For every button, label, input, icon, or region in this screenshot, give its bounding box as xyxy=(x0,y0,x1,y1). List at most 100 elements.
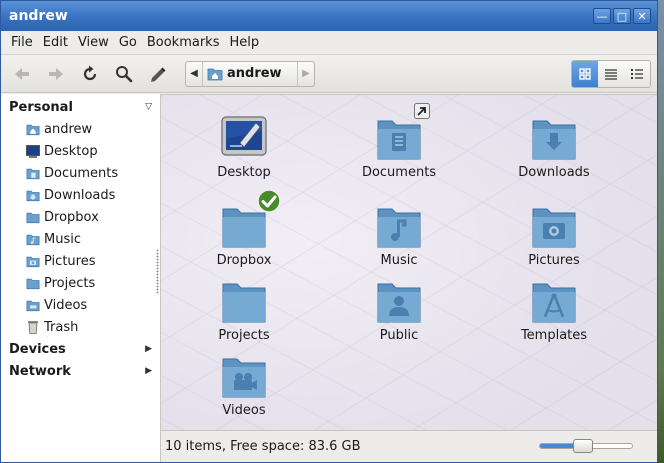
file-label: Music xyxy=(380,253,418,268)
file-label: Downloads xyxy=(518,165,590,180)
file-item-music[interactable]: Music xyxy=(344,203,454,268)
file-item-downloads[interactable]: Downloads xyxy=(499,115,609,180)
back-button[interactable] xyxy=(7,60,37,88)
file-item-pictures[interactable]: Pictures xyxy=(499,203,609,268)
pictures-folder-icon xyxy=(26,256,39,267)
sidebar-resize-handle[interactable] xyxy=(156,249,159,294)
file-item-projects[interactable]: Projects xyxy=(189,278,299,343)
edit-location-icon xyxy=(151,67,166,82)
sidebar-item-downloads[interactable]: Downloads xyxy=(1,184,160,206)
sidebar-item-andrew[interactable]: andrew xyxy=(1,118,160,140)
zoom-slider[interactable] xyxy=(539,439,633,453)
public-folder-icon xyxy=(377,283,421,323)
file-view[interactable]: Desktop Documents Downloads Dropbox Musi… xyxy=(161,94,657,462)
folder-icon xyxy=(26,278,39,289)
documents-folder-icon xyxy=(377,120,421,160)
minimize-button[interactable]: — xyxy=(593,8,611,24)
reload-button[interactable] xyxy=(75,60,105,88)
file-label: Documents xyxy=(361,165,437,180)
icon-view-button[interactable] xyxy=(572,60,598,87)
file-label: Desktop xyxy=(217,165,271,180)
sidebar-section-network[interactable]: Network ▶ xyxy=(1,360,160,382)
downloads-folder-icon xyxy=(26,190,39,201)
file-label: Public xyxy=(379,328,419,343)
file-item-dropbox[interactable]: Dropbox xyxy=(189,189,299,268)
file-item-public[interactable]: Public xyxy=(344,278,454,343)
sync-check-emblem-icon xyxy=(257,189,281,213)
music-folder-icon xyxy=(26,234,39,245)
search-icon xyxy=(116,65,133,82)
sidebar-item-dropbox[interactable]: Dropbox xyxy=(1,206,160,228)
documents-folder-icon xyxy=(26,168,39,179)
path-scroll-left-button[interactable]: ◀ xyxy=(186,62,202,86)
forward-icon xyxy=(49,67,63,80)
expand-arrow-icon: ▶ xyxy=(145,366,152,376)
sidebar-section-devices[interactable]: Devices ▶ xyxy=(1,338,160,360)
path-scroll-right-button[interactable]: ▶ xyxy=(298,62,314,86)
expand-arrow-icon: ▶ xyxy=(145,344,152,354)
file-item-desktop[interactable]: Desktop xyxy=(189,115,299,180)
menu-bar: File Edit View Go Bookmarks Help xyxy=(1,31,657,55)
file-label: Projects xyxy=(218,328,270,343)
file-item-templates[interactable]: Templates xyxy=(499,278,609,343)
desktop-icon xyxy=(221,116,267,156)
window-title: andrew xyxy=(9,8,68,24)
list-view-icon xyxy=(605,68,617,80)
file-manager-window: andrew — □ ✕ File Edit View Go Bookmarks… xyxy=(0,0,658,463)
file-label: Templates xyxy=(520,328,588,343)
menu-bookmarks[interactable]: Bookmarks xyxy=(143,33,226,52)
home-folder-icon xyxy=(207,68,223,80)
places-sidebar: Personal ▽ andrew Desktop Documents Down… xyxy=(1,94,161,462)
sidebar-item-desktop[interactable]: Desktop xyxy=(1,140,160,162)
file-item-videos[interactable]: Videos xyxy=(189,353,299,418)
close-button[interactable]: ✕ xyxy=(633,8,651,24)
path-crumb-home[interactable]: andrew xyxy=(202,61,298,86)
toolbar: ◀ andrew ▶ xyxy=(1,55,657,93)
folder-icon xyxy=(222,283,266,323)
menu-go[interactable]: Go xyxy=(115,33,143,52)
file-label: Dropbox xyxy=(216,253,272,268)
reload-icon xyxy=(83,65,97,80)
zoom-slider-handle[interactable] xyxy=(573,439,593,453)
view-switcher xyxy=(571,59,651,88)
videos-folder-icon xyxy=(26,300,39,311)
icon-view-icon xyxy=(579,67,591,80)
file-label: Pictures xyxy=(528,253,580,268)
home-folder-icon xyxy=(26,124,39,135)
sidebar-item-pictures[interactable]: Pictures xyxy=(1,250,160,272)
menu-edit[interactable]: Edit xyxy=(39,33,74,52)
pictures-folder-icon xyxy=(532,208,576,248)
path-bar: ◀ andrew ▶ xyxy=(185,60,315,87)
list-view-button[interactable] xyxy=(598,60,624,87)
desktop-icon xyxy=(25,144,40,158)
trash-icon xyxy=(27,321,38,334)
compact-view-icon xyxy=(631,68,643,79)
sidebar-item-trash[interactable]: Trash xyxy=(1,316,160,338)
menu-view[interactable]: View xyxy=(74,33,115,52)
symlink-emblem-icon xyxy=(414,103,430,119)
sidebar-item-projects[interactable]: Projects xyxy=(1,272,160,294)
status-bar: 10 items, Free space: 83.6 GB xyxy=(161,430,657,462)
collapse-arrow-icon: ▽ xyxy=(145,102,152,112)
compact-view-button[interactable] xyxy=(624,60,650,87)
title-bar[interactable]: andrew — □ ✕ xyxy=(1,1,657,31)
videos-folder-icon xyxy=(222,358,266,398)
file-label: Videos xyxy=(222,403,266,418)
sidebar-item-videos[interactable]: Videos xyxy=(1,294,160,316)
menu-file[interactable]: File xyxy=(7,33,39,52)
folder-icon xyxy=(26,212,39,223)
menu-help[interactable]: Help xyxy=(225,33,265,52)
templates-folder-icon xyxy=(532,283,576,323)
sidebar-section-personal[interactable]: Personal ▽ xyxy=(1,96,160,118)
status-text: 10 items, Free space: 83.6 GB xyxy=(165,439,361,454)
back-icon xyxy=(15,67,29,80)
search-button[interactable] xyxy=(109,60,139,88)
sidebar-item-documents[interactable]: Documents xyxy=(1,162,160,184)
music-folder-icon xyxy=(377,208,421,248)
edit-location-button[interactable] xyxy=(143,60,173,88)
sidebar-item-music[interactable]: Music xyxy=(1,228,160,250)
forward-button[interactable] xyxy=(41,60,71,88)
maximize-button[interactable]: □ xyxy=(613,8,631,24)
file-item-documents[interactable]: Documents xyxy=(344,103,454,180)
path-crumb-label: andrew xyxy=(227,66,282,81)
